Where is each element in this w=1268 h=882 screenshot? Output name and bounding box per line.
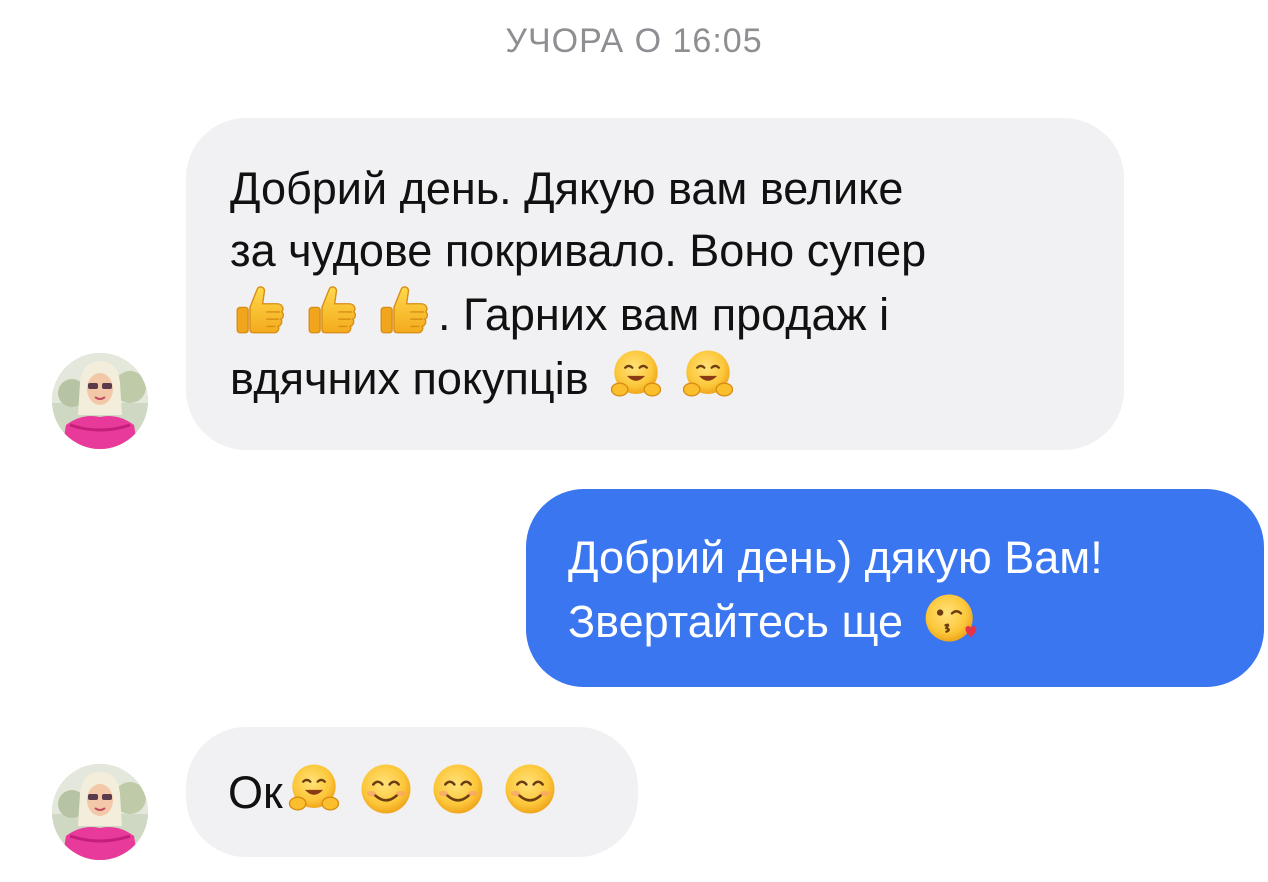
incoming-message-bubble[interactable]: Ок	[186, 727, 638, 857]
message-text-line: Ок	[228, 767, 283, 818]
message-text-line: Звертайтесь ще	[568, 596, 904, 647]
hugging-face-icon	[285, 760, 343, 818]
incoming-message-bubble[interactable]: Добрий день. Дякую вам велике за чудове …	[186, 118, 1124, 450]
sender-avatar[interactable]	[52, 353, 148, 449]
message-text-line: вдячних покупців	[230, 353, 589, 404]
hugging-face-icon	[607, 346, 665, 404]
outgoing-message-bubble[interactable]: Добрий день) дякую Вам! Звертайтесь ще	[526, 489, 1264, 687]
kissing-face-icon	[922, 589, 980, 647]
message-text-line: за чудове покривало. Воно супер	[230, 225, 927, 276]
hugging-face-icon	[679, 346, 737, 404]
message-text-line: . Гарних вам продаж і	[438, 289, 890, 340]
conversation-timestamp: УЧОРА О 16:05	[505, 22, 763, 60]
smiling-face-icon	[357, 760, 415, 818]
thumbs-up-icon	[230, 282, 288, 340]
thumbs-up-icon	[302, 282, 360, 340]
smiling-face-icon	[501, 760, 559, 818]
thumbs-up-icon	[374, 282, 432, 340]
smiling-face-icon	[429, 760, 487, 818]
sender-avatar[interactable]	[52, 764, 148, 860]
message-text-line: Добрий день) дякую Вам!	[568, 532, 1103, 583]
message-text-line: Добрий день. Дякую вам велике	[230, 163, 904, 214]
